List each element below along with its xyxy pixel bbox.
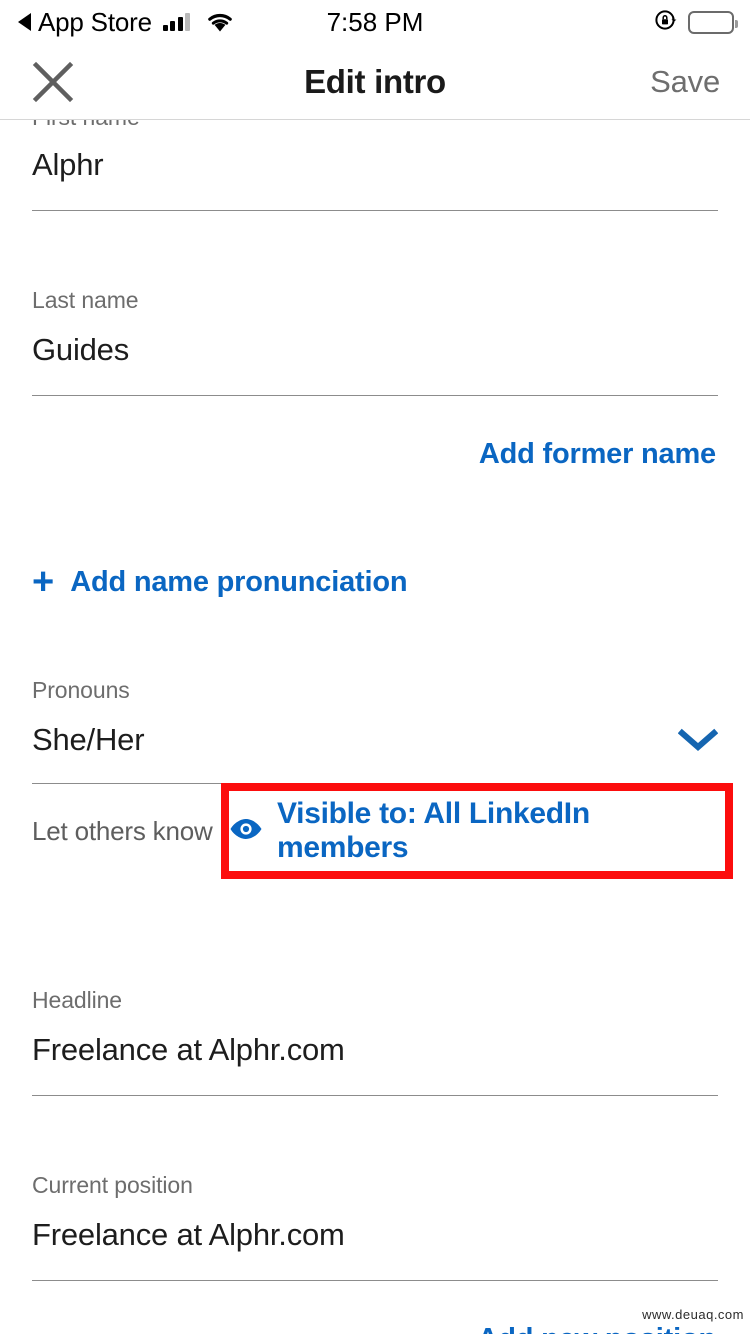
headline-divider: [32, 1095, 718, 1096]
rotation-lock-icon: [654, 8, 678, 37]
current-position-field[interactable]: Current position Freelance at Alphr.com: [0, 1172, 750, 1251]
status-bar-left: App Store: [18, 9, 235, 35]
status-bar-back-label[interactable]: App Store: [38, 9, 152, 35]
status-bar-right: [654, 8, 738, 37]
pronouns-label: Pronouns: [32, 677, 130, 703]
current-position-value[interactable]: Freelance at Alphr.com: [32, 1219, 345, 1250]
page-title: Edit intro: [304, 62, 446, 100]
add-new-position-button[interactable]: Add new position: [478, 1323, 717, 1334]
headline-label: Headline: [32, 987, 122, 1013]
battery-full-icon: [688, 10, 738, 34]
last-name-field[interactable]: Last name Guides: [0, 287, 750, 366]
last-name-divider: [32, 395, 718, 396]
cellular-signal-icon: [162, 13, 191, 31]
status-bar: App Store 7:58 PM: [0, 0, 750, 44]
add-former-name-button[interactable]: Add former name: [479, 438, 716, 471]
edit-intro-form: First name Alphr Last name Guides Add fo…: [0, 120, 750, 1334]
add-new-position-row: Add new position: [0, 1323, 750, 1334]
headline-field[interactable]: Headline Freelance at Alphr.com: [0, 987, 750, 1066]
last-name-label: Last name: [32, 287, 139, 313]
wifi-icon: [205, 11, 235, 33]
first-name-value[interactable]: Alphr: [32, 149, 104, 180]
visibility-highlight-box: Visible to: All LinkedIn members: [221, 783, 733, 879]
last-name-value[interactable]: Guides: [32, 334, 129, 365]
plus-icon: +: [32, 561, 55, 603]
pronouns-value[interactable]: She/Her: [32, 724, 145, 755]
add-name-pronunciation-button[interactable]: + Add name pronunciation: [0, 563, 750, 601]
watermark: www.deuaq.com: [642, 1307, 744, 1322]
first-name-divider: [32, 210, 718, 211]
save-button[interactable]: Save: [650, 64, 720, 100]
add-name-pronunciation-label: Add name pronunciation: [70, 565, 408, 598]
back-arrow-icon[interactable]: [18, 13, 31, 31]
eye-icon: [229, 817, 263, 846]
add-former-name-row: Add former name: [0, 438, 750, 471]
navigation-bar: Edit intro Save: [0, 44, 750, 120]
current-position-divider: [32, 1280, 718, 1281]
first-name-label: First name: [32, 120, 718, 129]
chevron-down-icon[interactable]: [678, 727, 718, 753]
close-icon[interactable]: [30, 59, 76, 105]
visibility-button[interactable]: Visible to: All LinkedIn members: [229, 797, 725, 865]
first-name-field[interactable]: First name Alphr: [0, 120, 750, 180]
headline-value[interactable]: Freelance at Alphr.com: [32, 1034, 345, 1065]
visibility-label: Visible to: All LinkedIn members: [277, 797, 590, 864]
pronouns-field[interactable]: Pronouns She/Her: [0, 679, 750, 755]
current-position-label: Current position: [32, 1172, 193, 1198]
